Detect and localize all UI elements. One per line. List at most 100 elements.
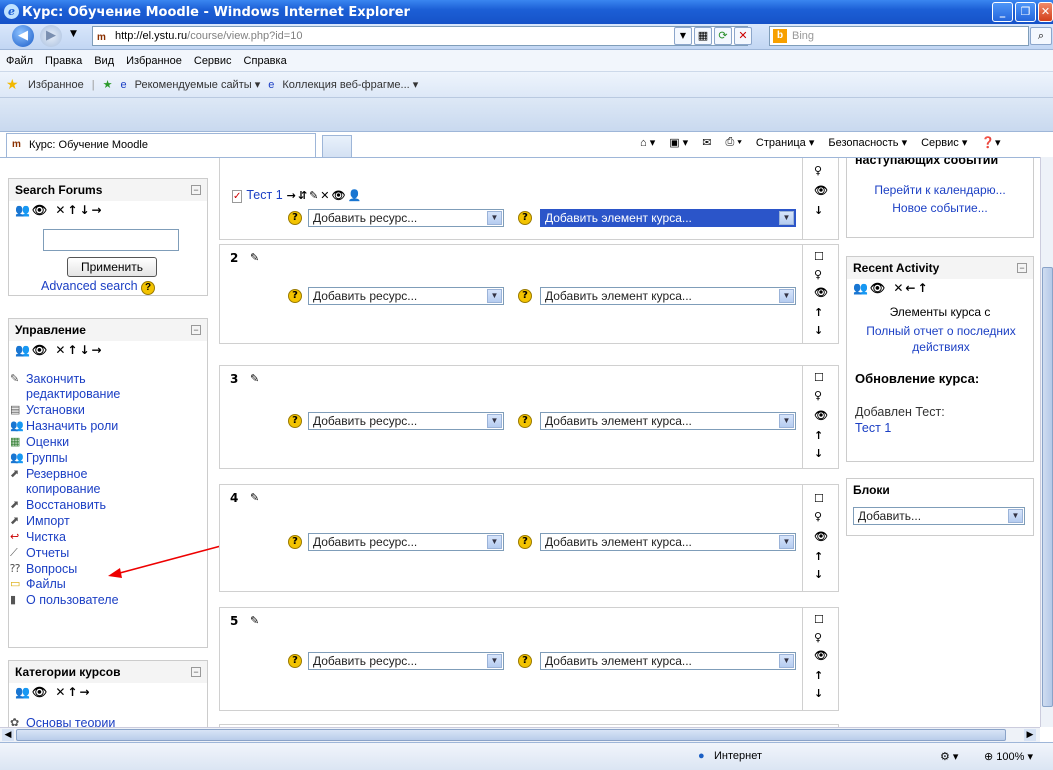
test-1-link[interactable]: Тест 1 xyxy=(855,421,891,435)
highlight-icon[interactable]: ☐ xyxy=(814,372,824,384)
groups-link[interactable]: 👥 Группы xyxy=(10,451,68,466)
reset-link[interactable]: ↩ Чистка xyxy=(10,530,66,545)
edit-summary-icon[interactable]: ✎ xyxy=(250,614,259,627)
protected-mode-icon[interactable]: ⚙ ▾ xyxy=(940,750,958,763)
add-resource-select[interactable]: Добавить ресурс... ▼ xyxy=(308,287,504,305)
collapse-icon[interactable]: − xyxy=(191,325,201,335)
calendar-link[interactable]: Перейти к календарю... xyxy=(847,183,1033,197)
highlight-icon[interactable]: ♀ xyxy=(814,165,822,177)
horizontal-scrollbar[interactable]: ◀ ▶ xyxy=(0,727,1040,742)
add-block-select[interactable]: Добавить... ▼ xyxy=(853,507,1025,525)
scroll-right-icon[interactable]: ▶ xyxy=(1024,729,1036,741)
show-hide-icon[interactable]: 👁 xyxy=(814,287,828,299)
add-resource-select[interactable]: Добавить ресурс... ▼ xyxy=(308,209,504,227)
advanced-search-link[interactable]: Advanced search xyxy=(41,279,138,293)
new-event-link[interactable]: Новое событие... xyxy=(847,201,1033,215)
block-controls[interactable]: 👥👁 ✕↑↓→ xyxy=(9,201,207,219)
apply-button[interactable]: Применить xyxy=(67,257,157,277)
tools-menu[interactable]: Сервис ▾ xyxy=(921,136,967,149)
help-icon[interactable]: ? xyxy=(518,654,532,668)
safety-menu[interactable]: Безопасность ▾ xyxy=(828,136,907,149)
forward-button[interactable]: ▶ xyxy=(40,25,62,47)
finish-editing-link-cont[interactable]: редактирование xyxy=(10,387,120,402)
collapse-icon[interactable]: − xyxy=(1017,263,1027,273)
move-up-icon[interactable]: ↑ xyxy=(814,430,823,442)
forum-search-input[interactable] xyxy=(43,229,179,251)
show-hide-icon[interactable]: 👁 xyxy=(814,410,828,422)
add-activity-select[interactable]: Добавить элемент курса... ▼ xyxy=(540,412,796,430)
files-link[interactable]: ▭ Файлы xyxy=(10,577,66,592)
menu-tools[interactable]: Сервис xyxy=(194,55,232,67)
menu-favorites[interactable]: Избранное xyxy=(126,55,182,67)
move-down-icon[interactable]: ↓ xyxy=(814,205,823,217)
edit-summary-icon[interactable]: ✎ xyxy=(250,491,259,504)
menu-edit[interactable]: Правка xyxy=(45,55,82,67)
help-icon[interactable]: ? xyxy=(288,211,302,225)
add-activity-select[interactable]: Добавить элемент курса... ▼ xyxy=(540,533,796,551)
add-resource-select[interactable]: Добавить ресурс... ▼ xyxy=(308,533,504,551)
search-button[interactable]: ⌕ xyxy=(1030,27,1052,45)
grades-link[interactable]: ▦ Оценки xyxy=(10,435,69,450)
help-icon[interactable]: ? xyxy=(288,654,302,668)
edit-summary-icon[interactable]: ✎ xyxy=(250,372,259,385)
move-up-icon[interactable]: ↑ xyxy=(814,551,823,563)
menu-file[interactable]: Файл xyxy=(6,55,33,67)
back-button[interactable]: ◀ xyxy=(12,25,34,47)
new-tab-button[interactable] xyxy=(322,135,352,157)
backup-link[interactable]: ⬈ Резервное xyxy=(10,467,87,482)
finish-editing-link[interactable]: ✎ Закончить xyxy=(10,372,86,387)
address-dropdown-icon[interactable]: ▼ xyxy=(674,27,692,45)
block-controls[interactable]: 👥👁 ✕←↑ xyxy=(847,279,1033,297)
history-dropdown-icon[interactable]: ▼ xyxy=(70,29,77,39)
move-down-icon[interactable]: ↓ xyxy=(814,569,823,581)
menu-view[interactable]: Вид xyxy=(94,55,114,67)
lightbulb-icon[interactable]: ♀ xyxy=(814,269,822,281)
restore-link[interactable]: ⬈ Восстановить xyxy=(10,498,106,513)
vertical-scrollbar[interactable] xyxy=(1040,157,1053,727)
show-hide-icon[interactable]: 👁 xyxy=(814,531,828,543)
move-down-icon[interactable]: ↓ xyxy=(814,688,823,700)
close-button[interactable]: ✕ xyxy=(1038,2,1053,22)
search-input[interactable]: b Bing xyxy=(769,26,1029,46)
lightbulb-icon[interactable]: ♀ xyxy=(814,511,822,523)
move-down-icon[interactable]: ↓ xyxy=(814,448,823,460)
show-hide-icon[interactable]: 👁 xyxy=(814,650,828,662)
help-icon[interactable]: ? xyxy=(518,211,532,225)
help-icon[interactable]: ❓▾ xyxy=(981,136,1000,149)
compat-view-icon[interactable]: ▦ xyxy=(694,27,712,45)
home-icon[interactable]: ⌂ ▾ xyxy=(640,136,655,149)
feeds-icon[interactable]: ▣ ▾ xyxy=(669,136,688,149)
show-hide-icon[interactable]: 👁 xyxy=(814,185,828,197)
full-report-link[interactable]: Полный отчет о последних действиях xyxy=(853,323,1029,355)
scroll-left-icon[interactable]: ◀ xyxy=(2,729,14,741)
refresh-icon[interactable]: ⟳ xyxy=(714,27,732,45)
help-icon[interactable]: ? xyxy=(518,535,532,549)
collapse-icon[interactable]: − xyxy=(191,667,201,677)
collapse-icon[interactable]: − xyxy=(191,185,201,195)
add-resource-select[interactable]: Добавить ресурс... ▼ xyxy=(308,412,504,430)
menu-help[interactable]: Справка xyxy=(244,55,287,67)
move-down-icon[interactable]: ↓ xyxy=(814,325,823,337)
block-controls[interactable]: 👥👁 ✕↑↓→ xyxy=(9,341,207,359)
maximize-button[interactable]: ❐ xyxy=(1015,2,1036,22)
help-icon[interactable]: ? xyxy=(288,289,302,303)
highlight-icon[interactable]: ☐ xyxy=(814,493,824,505)
help-icon[interactable]: ? xyxy=(288,535,302,549)
highlight-icon[interactable]: ☐ xyxy=(814,614,824,626)
settings-link[interactable]: ▤ Установки xyxy=(10,403,85,418)
address-input[interactable]: m http://el.ystu.ru/course/view.php?id=1… xyxy=(92,26,748,46)
fav-link-recommended[interactable]: Рекомендуемые сайты ▾ xyxy=(135,78,261,91)
test-link[interactable]: Тест 1 xyxy=(246,188,282,202)
move-up-icon[interactable]: ↑ xyxy=(814,307,823,319)
help-icon[interactable]: ? xyxy=(288,414,302,428)
add-favorites-icon[interactable]: ★ xyxy=(103,78,113,91)
lightbulb-icon[interactable]: ♀ xyxy=(814,632,822,644)
backup-link-cont[interactable]: копирование xyxy=(10,482,101,497)
add-resource-select[interactable]: Добавить ресурс... ▼ xyxy=(308,652,504,670)
add-activity-select[interactable]: Добавить элемент курса... ▼ xyxy=(540,209,796,227)
help-icon[interactable]: ? xyxy=(141,281,156,295)
help-icon[interactable]: ? xyxy=(518,289,532,303)
favorites-button[interactable]: Избранное xyxy=(28,79,84,91)
stop-icon[interactable]: ✕ xyxy=(734,27,752,45)
activity-controls[interactable]: →⇵✎✕👁👤 xyxy=(287,189,364,202)
